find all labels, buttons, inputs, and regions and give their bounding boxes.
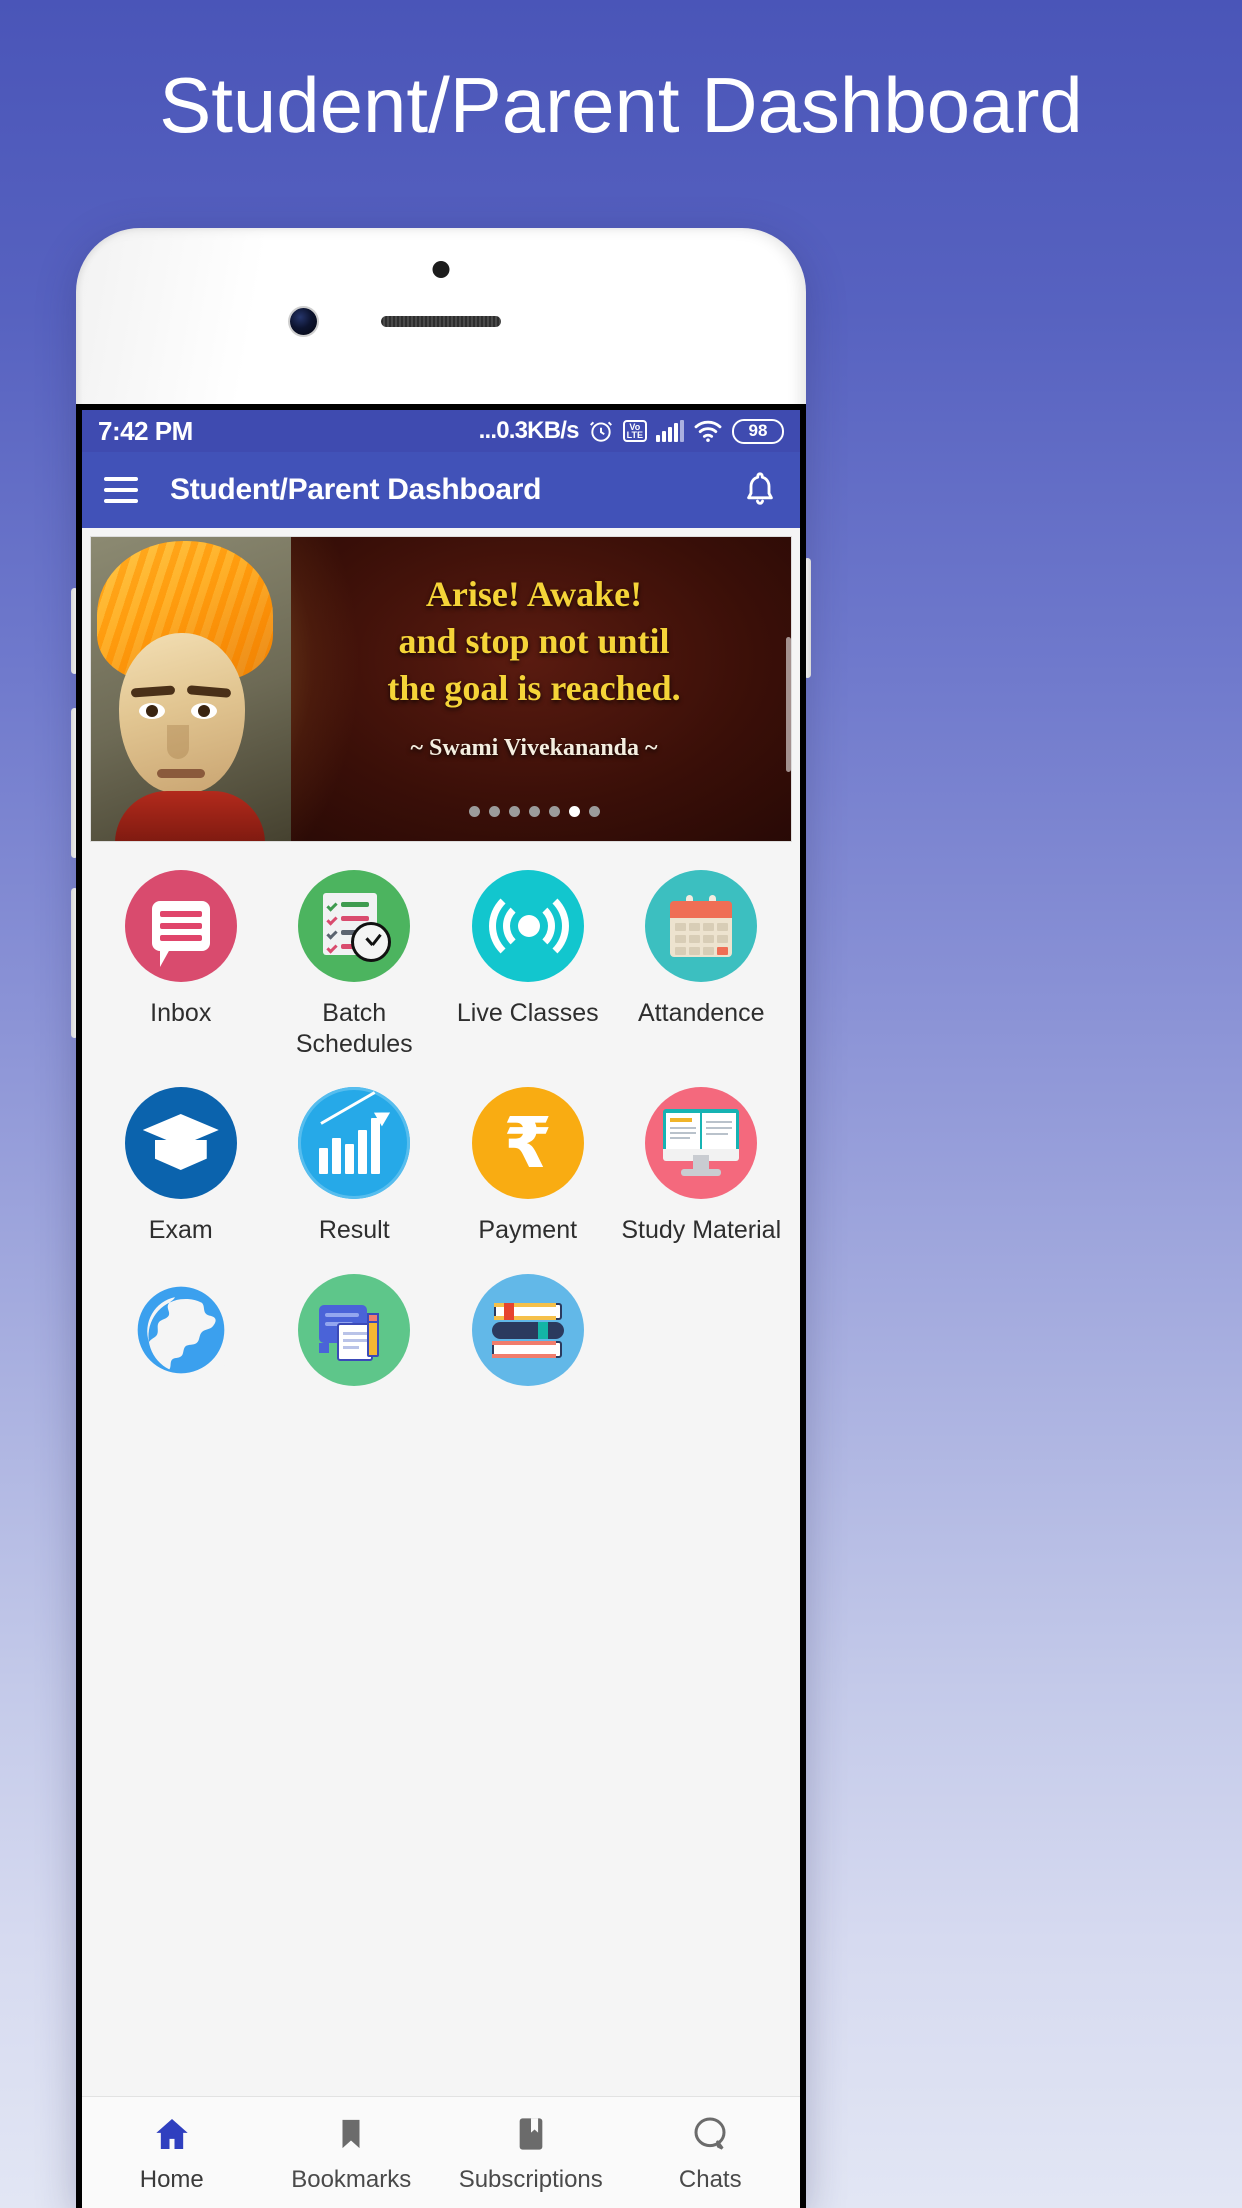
nav-label: Subscriptions bbox=[458, 2165, 603, 2193]
tile-exam[interactable]: Exam bbox=[94, 1087, 268, 1246]
carousel-dot[interactable] bbox=[468, 806, 480, 817]
proximity-sensor-icon bbox=[432, 261, 450, 278]
hamburger-menu-icon[interactable] bbox=[104, 477, 138, 503]
tile-study-material[interactable]: Study Material bbox=[615, 1087, 789, 1246]
graduation-cap-icon bbox=[124, 1087, 237, 1199]
nav-item-subscriptions[interactable]: Subscriptions bbox=[441, 2112, 621, 2194]
carousel-dot[interactable] bbox=[548, 806, 560, 817]
tile-label: Live Classes bbox=[456, 999, 599, 1027]
phone-screen: 7:42 PM ...0.3KB/s Vo LTE 98 Student/Par… bbox=[76, 404, 806, 2208]
app-bar: Student/Parent Dashboard bbox=[82, 452, 800, 528]
tile-label: Batch Schedules bbox=[295, 999, 413, 1058]
volte-icon: Vo LTE bbox=[622, 420, 647, 442]
tile-label: Attandence bbox=[638, 999, 765, 1027]
app-bar-title: Student/Parent Dashboard bbox=[170, 473, 542, 506]
battery-indicator: 98 bbox=[732, 418, 784, 444]
nav-item-bookmarks[interactable]: Bookmarks bbox=[262, 2112, 442, 2194]
dashboard-content[interactable]: Arise! Awake! and stop not until the goa… bbox=[82, 528, 800, 2096]
scrollbar-thumb[interactable] bbox=[786, 637, 791, 772]
phone-device-frame: 7:42 PM ...0.3KB/s Vo LTE 98 Student/Par… bbox=[71, 228, 811, 2208]
bookmark-icon bbox=[334, 2112, 368, 2156]
quote-line-2: and stop not until bbox=[398, 620, 670, 661]
bottom-navigation-bar: Home Bookmarks Subscriptions Chats bbox=[82, 2096, 800, 2208]
signal-bars-icon bbox=[656, 420, 684, 442]
tile-inbox[interactable]: Inbox bbox=[94, 870, 268, 1059]
tile-result[interactable]: Result bbox=[268, 1087, 442, 1246]
batch-schedule-icon bbox=[298, 870, 411, 982]
calendar-icon bbox=[645, 870, 758, 982]
front-camera-icon bbox=[290, 308, 317, 335]
tile-label: Payment bbox=[478, 1216, 578, 1244]
carousel-dot[interactable] bbox=[528, 806, 540, 817]
banner-quote-author: ~ Swami Vivekananda ~ bbox=[410, 735, 658, 761]
banner-carousel-wrapper: Arise! Awake! and stop not until the goa… bbox=[82, 528, 800, 842]
earpiece-speaker bbox=[381, 316, 501, 327]
nav-label: Bookmarks bbox=[291, 2165, 412, 2193]
carousel-dot-active[interactable] bbox=[568, 806, 580, 817]
notes-pencil-icon bbox=[298, 1273, 411, 1386]
tile-label: Study Material bbox=[621, 1216, 782, 1244]
nav-item-chats[interactable]: Chats bbox=[621, 2112, 801, 2194]
app-viewport: 7:42 PM ...0.3KB/s Vo LTE 98 Student/Par… bbox=[82, 410, 800, 2208]
subscription-icon bbox=[514, 2112, 548, 2156]
carousel-dot[interactable] bbox=[508, 806, 520, 817]
status-bar: 7:42 PM ...0.3KB/s Vo LTE 98 bbox=[82, 410, 800, 452]
banner-quote: Arise! Awake! and stop not until the goa… bbox=[287, 571, 781, 711]
growth-chart-icon bbox=[298, 1087, 411, 1199]
tile-globe[interactable] bbox=[94, 1273, 268, 1402]
tile-label: Inbox bbox=[150, 999, 212, 1027]
monitor-book-icon bbox=[645, 1087, 758, 1199]
globe-icon bbox=[124, 1273, 237, 1386]
page-title: Student/Parent Dashboard bbox=[159, 61, 1083, 149]
nav-item-home[interactable]: Home bbox=[82, 2112, 262, 2194]
carousel-page-dots[interactable] bbox=[287, 806, 781, 817]
carousel-dot[interactable] bbox=[588, 806, 600, 817]
status-bar-time: 7:42 PM bbox=[98, 415, 193, 446]
quote-line-1: Arise! Awake! bbox=[425, 574, 643, 614]
tile-live-classes[interactable]: Live Classes bbox=[441, 870, 615, 1059]
wifi-icon bbox=[693, 419, 723, 443]
chat-bubble-icon bbox=[689, 2112, 731, 2156]
tile-payment[interactable]: ₹ Payment bbox=[441, 1087, 615, 1246]
rupee-icon: ₹ bbox=[471, 1087, 584, 1199]
tile-label: Exam bbox=[148, 1216, 213, 1244]
dashboard-icon-grid: Inbox Batch Schedules Live Classes Attan… bbox=[82, 842, 800, 1402]
live-broadcast-icon bbox=[471, 870, 584, 982]
banner-carousel[interactable]: Arise! Awake! and stop not until the goa… bbox=[90, 536, 792, 842]
status-bar-icons: ...0.3KB/s Vo LTE 98 bbox=[479, 417, 784, 445]
alarm-clock-icon bbox=[588, 418, 614, 444]
network-speed-label: ...0.3KB/s bbox=[478, 417, 580, 444]
tile-books[interactable] bbox=[441, 1273, 615, 1402]
bell-icon[interactable] bbox=[742, 470, 778, 510]
books-stack-icon bbox=[471, 1273, 584, 1386]
home-icon bbox=[151, 2112, 193, 2156]
inbox-chat-icon bbox=[124, 870, 237, 982]
tile-label: Result bbox=[318, 1216, 390, 1244]
swami-vivekananda-portrait bbox=[91, 537, 291, 841]
tile-attendance[interactable]: Attandence bbox=[615, 870, 789, 1059]
nav-label: Chats bbox=[678, 2165, 742, 2193]
tile-notes[interactable] bbox=[268, 1273, 442, 1402]
nav-label: Home bbox=[139, 2165, 204, 2193]
carousel-dot[interactable] bbox=[488, 806, 500, 817]
tile-batch-schedules[interactable]: Batch Schedules bbox=[268, 870, 442, 1059]
quote-line-3: the goal is reached. bbox=[387, 667, 681, 708]
